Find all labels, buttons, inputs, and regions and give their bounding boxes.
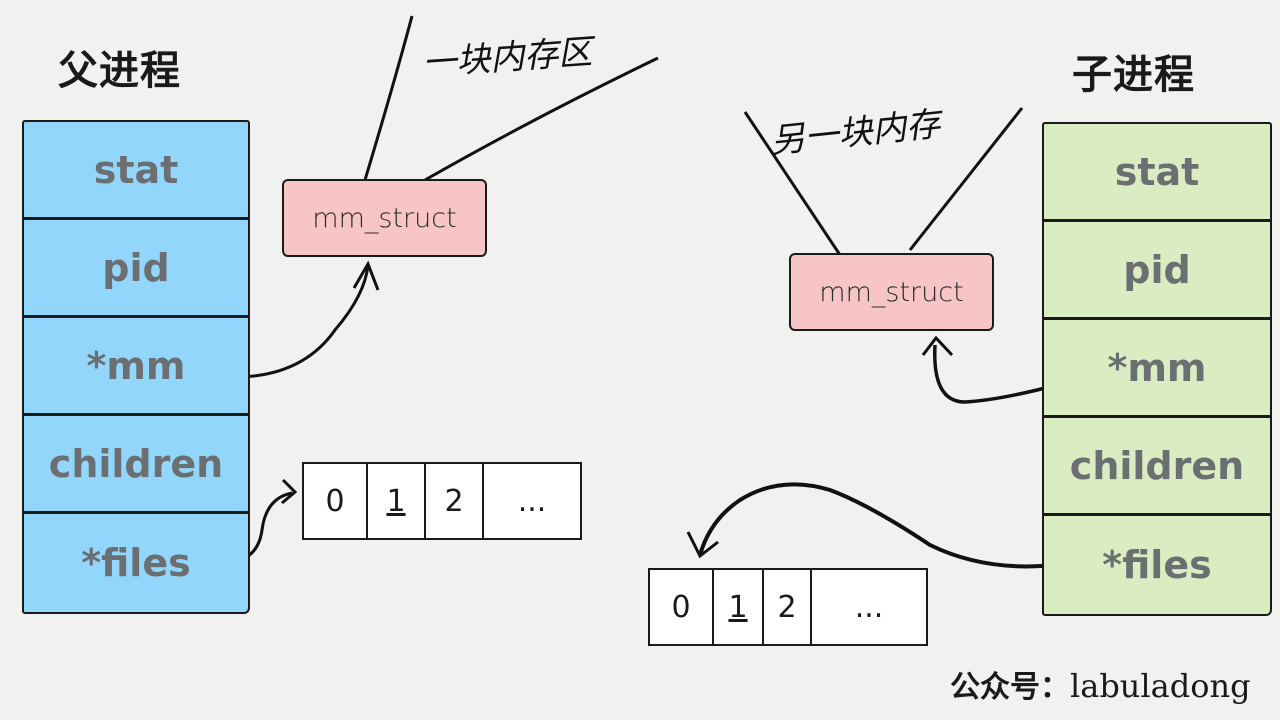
child-field-files: *files	[1102, 543, 1212, 587]
watermark-prefix: 公众号：	[950, 670, 1070, 705]
parent-task-struct: stat pid *mm children *files	[22, 120, 250, 614]
parent-fd-slot: 0	[304, 464, 368, 538]
parent-field-pid: pid	[24, 220, 248, 318]
child-task-struct: stat pid *mm children *files	[1042, 122, 1272, 616]
child-files-arrow	[698, 482, 1056, 569]
child-mm-struct: mm_struct	[789, 253, 994, 331]
watermark-name: labuladong	[1070, 667, 1251, 705]
watermark: 公众号：labuladong	[950, 662, 1251, 706]
child-field-mm: *mm	[1044, 320, 1270, 418]
parent-mm-struct: mm_struct	[282, 179, 487, 257]
child-fd-slot: 0	[650, 570, 714, 644]
parent-process-title: 父进程	[58, 48, 181, 94]
parent-field-files: *files	[81, 541, 191, 585]
child-field-children: children	[1044, 418, 1270, 516]
child-field-pid: pid	[1044, 222, 1270, 320]
parent-fd-table: 0 1 2 ...	[302, 462, 582, 540]
child-mm-arrow	[933, 344, 1058, 404]
parent-fd-slot: 2	[426, 464, 484, 538]
parent-fd-slot: ...	[517, 483, 547, 519]
child-fd-slot: 1	[714, 570, 764, 644]
parent-fd-slot: 1	[368, 464, 426, 538]
parent-field-children: children	[24, 416, 248, 514]
child-fd-table: 0 1 2 ...	[648, 568, 928, 646]
parent-memory-line-left	[363, 15, 414, 181]
child-field-stat: stat	[1044, 124, 1270, 222]
child-process-title: 子进程	[1072, 52, 1195, 98]
child-fd-slot: ...	[854, 589, 884, 625]
child-fd-slot: 2	[764, 570, 812, 644]
parent-field-stat: stat	[24, 122, 248, 220]
parent-field-mm: *mm	[24, 318, 248, 416]
